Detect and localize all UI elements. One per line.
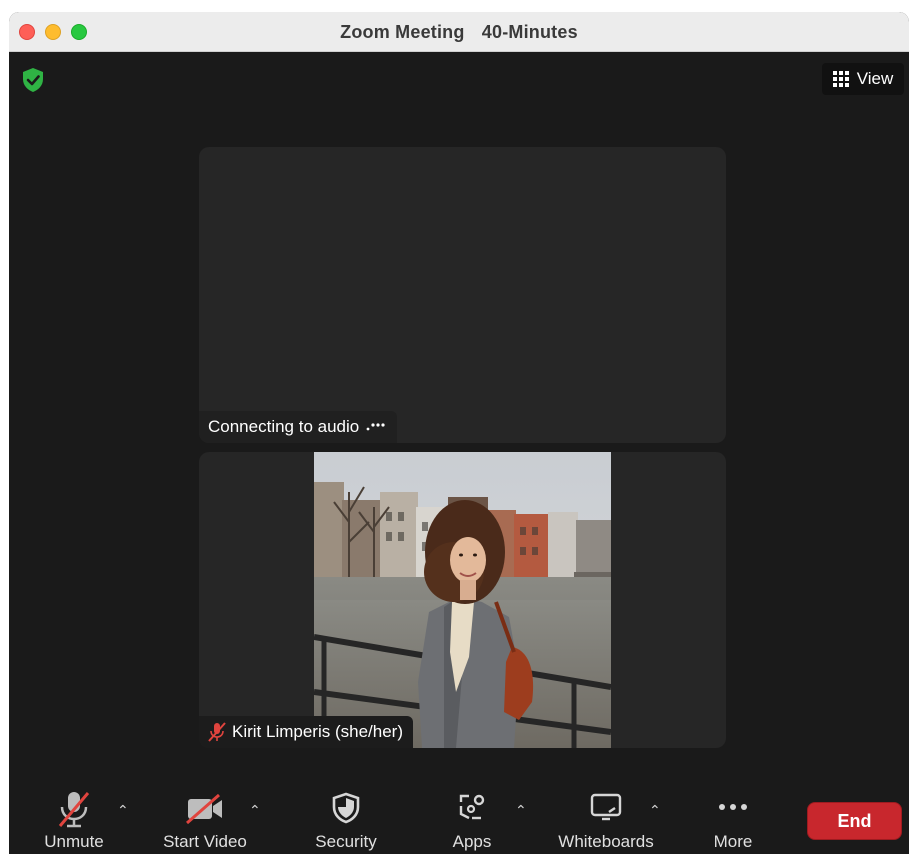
- participant-tile-self[interactable]: Connecting to audio: [199, 147, 726, 443]
- grid-icon: [832, 71, 849, 87]
- window-title: Zoom Meeting 40-Minutes: [9, 22, 909, 43]
- more-dots-icon: [719, 804, 747, 810]
- view-label: View: [856, 69, 894, 88]
- unmute-label: Unmute: [44, 832, 104, 851]
- whiteboard-icon: [590, 793, 622, 821]
- whiteboards-options-chevron-up-icon[interactable]: ⌃: [649, 802, 661, 819]
- apps-button[interactable]: Apps: [429, 782, 515, 854]
- shield-icon: [332, 792, 360, 824]
- apps-options-chevron-up-icon[interactable]: ⌃: [515, 802, 527, 819]
- zoom-window: Zoom Meeting 40-Minutes View Connecting …: [9, 12, 909, 854]
- security-button[interactable]: Security: [301, 782, 391, 854]
- participant-name-tag: Kirit Limperis (she/her): [199, 716, 413, 748]
- encryption-shield-icon[interactable]: [21, 67, 45, 93]
- apps-label: Apps: [452, 832, 492, 851]
- more-button[interactable]: More: [693, 782, 773, 854]
- security-label: Security: [315, 832, 377, 851]
- participant-tile-kirit[interactable]: Kirit Limperis (she/her): [199, 452, 726, 748]
- view-button[interactable]: View: [822, 63, 904, 95]
- unmute-button[interactable]: Unmute: [29, 782, 119, 854]
- meeting-toolbar: Unmute ⌃ Start Video ⌃ Security Apps ⌃ W…: [9, 782, 909, 854]
- video-options-chevron-up-icon[interactable]: ⌃: [249, 802, 261, 819]
- video-off-icon: [186, 794, 222, 824]
- end-meeting-button[interactable]: End: [807, 802, 902, 840]
- audio-status-text: Connecting to audio: [208, 417, 360, 436]
- window-title-duration: 40-Minutes: [481, 22, 578, 42]
- whiteboards-label: Whiteboards: [558, 832, 654, 851]
- muted-microphone-icon: [208, 722, 226, 742]
- loading-dots-icon: [366, 423, 385, 431]
- start-video-label: Start Video: [163, 832, 247, 851]
- muted-microphone-icon: [58, 792, 90, 828]
- title-bar: Zoom Meeting 40-Minutes: [9, 12, 909, 52]
- audio-options-chevron-up-icon[interactable]: ⌃: [117, 802, 129, 819]
- whiteboards-button[interactable]: Whiteboards: [547, 782, 665, 854]
- audio-status-tag: Connecting to audio: [199, 411, 398, 443]
- apps-icon: [459, 794, 485, 820]
- participant-name: Kirit Limperis (she/her): [232, 722, 403, 741]
- participant-video-photo: [314, 452, 611, 748]
- window-title-app: Zoom Meeting: [340, 22, 465, 42]
- start-video-button[interactable]: Start Video: [155, 782, 255, 854]
- more-label: More: [713, 832, 753, 851]
